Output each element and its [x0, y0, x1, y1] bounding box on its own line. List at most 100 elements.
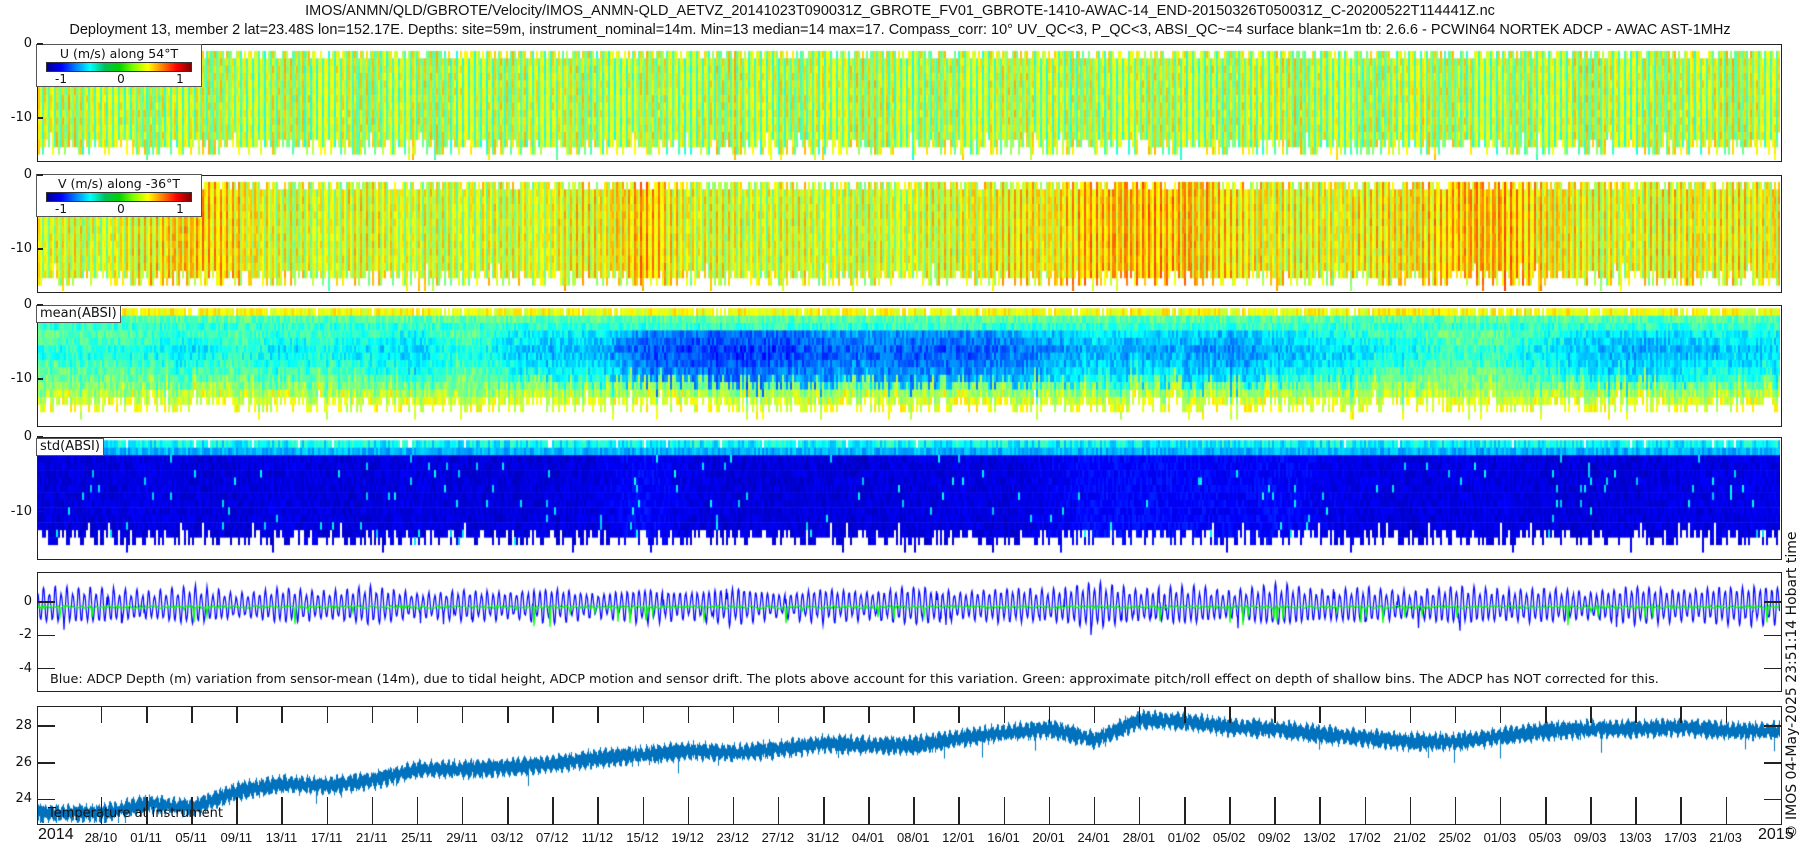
- y-tick: [37, 378, 43, 380]
- y-tick-label: 0: [23, 594, 32, 609]
- x-tick: [1184, 706, 1186, 723]
- u-colorbar-tick: -1: [55, 72, 67, 86]
- x-tick-label: 28/01: [1122, 830, 1156, 845]
- x-tick: [1725, 797, 1728, 824]
- y-tick: [37, 601, 55, 603]
- x-tick: [371, 706, 374, 723]
- x-tick-label: 25/11: [401, 830, 433, 845]
- x-tick: [868, 706, 870, 723]
- x-tick-label: 15/12: [626, 830, 659, 845]
- x-tick: [1545, 706, 1547, 723]
- y-tick: [37, 762, 55, 764]
- x-tick: [1364, 797, 1367, 824]
- x-tick: [1184, 797, 1186, 824]
- x-tick-label: 01/03: [1483, 830, 1517, 845]
- x-tick: [326, 797, 329, 824]
- u-colorbar-tick: 1: [176, 72, 184, 86]
- x-tick-label: 23/12: [716, 830, 750, 845]
- x-tick: [1319, 797, 1321, 824]
- x-tick: [191, 797, 193, 824]
- x-tick: [958, 797, 960, 824]
- y-tick-label: 26: [15, 754, 32, 770]
- y-tick-label: 24: [15, 791, 32, 807]
- x-tick: [1680, 706, 1682, 723]
- x-tick: [507, 797, 509, 824]
- x-tick-label: 17/03: [1664, 830, 1697, 845]
- x-tick: [236, 706, 238, 723]
- y-tick: [37, 725, 55, 727]
- x-tick: [100, 797, 103, 824]
- chart-subtitle-deployment: Deployment 13, member 2 lat=23.48S lon=1…: [69, 22, 1731, 38]
- v-colorbar-title: V (m/s) along -36°T: [57, 176, 181, 191]
- y-tick: [37, 248, 43, 250]
- y-tick-label: -10: [10, 370, 32, 386]
- x-tick: [1364, 706, 1367, 723]
- x-tick-label: 21/03: [1709, 830, 1742, 845]
- x-tick-label: 28/10: [84, 830, 118, 845]
- x-tick: [1454, 706, 1457, 723]
- x-tick: [1138, 797, 1141, 824]
- x-tick-label: 05/03: [1528, 830, 1562, 845]
- x-tick-label: 09/11: [220, 830, 253, 845]
- x-tick-label: 09/03: [1573, 830, 1607, 845]
- x-tick-label: 09/02: [1258, 830, 1291, 845]
- x-tick-label: 20/01: [1032, 830, 1065, 845]
- year-start-label: 2014: [38, 826, 74, 843]
- x-tick: [100, 706, 103, 723]
- y-tick: [37, 43, 43, 45]
- y-tick-label: -10: [10, 109, 32, 125]
- x-tick: [146, 706, 148, 723]
- x-tick: [552, 706, 554, 723]
- y-tick-right: [1764, 667, 1782, 670]
- x-tick: [1635, 706, 1637, 723]
- x-tick: [1229, 797, 1231, 824]
- x-tick-label: 01/11: [130, 830, 162, 845]
- x-tick: [1093, 706, 1096, 723]
- v-colorbar-tick: -1: [55, 202, 67, 216]
- temperature-plot: [38, 707, 1780, 823]
- y-tick-right: [1764, 725, 1782, 727]
- temperature-panel: [37, 706, 1782, 825]
- y-tick-right: [1764, 762, 1782, 764]
- x-tick: [687, 706, 690, 723]
- y-tick: [37, 798, 55, 801]
- v-colorbar-tick: 0: [117, 202, 125, 216]
- x-tick-label: 16/01: [987, 830, 1020, 845]
- x-tick: [1048, 706, 1051, 723]
- x-tick: [281, 797, 283, 824]
- x-tick: [1409, 706, 1412, 723]
- y-tick-label: -10: [10, 503, 32, 519]
- y-tick: [37, 117, 43, 119]
- x-tick: [1274, 706, 1276, 723]
- x-tick-label: 21/02: [1393, 830, 1426, 845]
- y-tick: [37, 304, 43, 306]
- y-tick: [37, 510, 43, 513]
- x-tick: [1680, 797, 1682, 824]
- x-tick: [552, 797, 554, 824]
- y-tick-label: -10: [10, 240, 32, 256]
- y-tick-label: 28: [15, 718, 32, 734]
- y-tick-right: [1764, 634, 1782, 637]
- std-absi-panel: [37, 437, 1782, 560]
- y-tick: [37, 634, 55, 637]
- x-tick-label: 24/01: [1077, 830, 1111, 845]
- x-tick-label: 13/02: [1303, 830, 1336, 845]
- x-tick: [236, 797, 238, 824]
- v-colorbar-tick: 1: [176, 202, 184, 216]
- y-tick-label: 0: [23, 429, 32, 444]
- y-tick: [37, 436, 43, 438]
- mean-absi-panel: [37, 305, 1782, 427]
- y-tick: [37, 667, 55, 670]
- chart-title-filename: IMOS/ANMN/QLD/GBROTE/Velocity/IMOS_ANMN-…: [305, 3, 1495, 19]
- x-tick: [191, 706, 193, 723]
- y-tick-label: -2: [19, 627, 32, 643]
- x-tick: [1590, 706, 1592, 723]
- x-tick: [1409, 797, 1412, 824]
- x-tick: [1545, 797, 1547, 824]
- x-tick: [732, 797, 735, 824]
- x-tick-label: 17/11: [310, 830, 343, 845]
- x-tick: [1635, 797, 1637, 824]
- u-colorbar-legend: U (m/s) along 54°T -1 0 1: [36, 44, 202, 87]
- x-tick: [1499, 797, 1502, 824]
- v-velocity-heatmap: [38, 176, 1780, 291]
